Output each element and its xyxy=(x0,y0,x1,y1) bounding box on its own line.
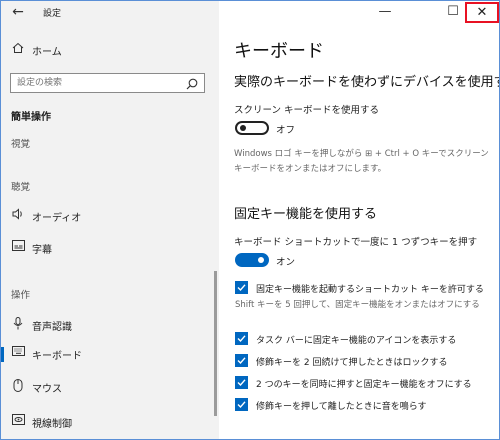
sidebar-item-label: ホーム xyxy=(32,47,62,58)
checkbox-taskbar-icon[interactable] xyxy=(235,332,248,345)
selection-indicator xyxy=(1,347,4,362)
checkmark-icon xyxy=(237,401,246,409)
sticky-keys-toggle-state: オン xyxy=(276,257,296,268)
minimize-button[interactable]: — xyxy=(369,1,401,23)
checkbox-lock-modifier[interactable] xyxy=(235,354,248,367)
sidebar-item-label: 字幕 xyxy=(32,245,52,256)
sidebar-item-mouse[interactable]: マウス xyxy=(1,376,219,398)
sidebar-item-label: オーディオ xyxy=(32,213,82,224)
group-label-interaction: 操作 xyxy=(11,290,31,301)
sidebar-item-captions[interactable]: 字幕 xyxy=(1,237,219,259)
sidebar-item-label: マウス xyxy=(32,384,62,395)
checkmark-icon xyxy=(237,357,246,365)
sidebar: ← 設定 ホーム 簡単操作 視覚 聴覚 オーディオ xyxy=(1,1,219,439)
minimize-icon: — xyxy=(378,4,392,19)
sticky-keys-toggle-label: キーボード ショートカットで一度に 1 つずつキーを押す xyxy=(234,237,478,248)
home-icon xyxy=(11,42,25,56)
checkbox-label: 修飾キーを押して離したときに音を鳴らす xyxy=(256,402,427,412)
microphone-icon xyxy=(11,317,25,331)
sidebar-item-home[interactable]: ホーム xyxy=(1,39,219,61)
osk-toggle-label: スクリーン キーボードを使用する xyxy=(234,105,380,116)
speaker-icon xyxy=(11,208,25,222)
group-label-hearing: 聴覚 xyxy=(11,182,31,193)
eye-control-icon xyxy=(11,414,25,428)
checkbox-sticky-shortcut[interactable] xyxy=(235,281,248,294)
checkmark-icon xyxy=(237,379,246,387)
checkbox-label: 2 つのキーを同時に押すと固定キー機能をオフにする xyxy=(256,380,472,390)
checkbox-play-sound[interactable] xyxy=(235,398,248,411)
maximize-icon: ☐ xyxy=(447,4,459,19)
close-icon: ✕ xyxy=(476,5,488,20)
checkbox-label: 修飾キーを 2 回続けて押したときはロックする xyxy=(256,358,448,368)
osk-toggle[interactable] xyxy=(235,121,269,135)
main-content: — ☐ キーボード 実際のキーボードを使わずにデバイスを使用する スクリーン キ… xyxy=(219,1,500,439)
checkmark-icon xyxy=(237,284,246,292)
osk-toggle-state: オフ xyxy=(276,125,296,136)
checkbox-two-keys-off[interactable] xyxy=(235,376,248,389)
search-box[interactable] xyxy=(10,73,205,93)
sidebar-item-label: キーボード xyxy=(32,351,82,362)
keyboard-icon xyxy=(11,346,25,360)
sidebar-item-speech[interactable]: 音声認識 xyxy=(1,314,219,336)
sidebar-scrollbar[interactable] xyxy=(214,271,217,416)
sticky-keys-toggle[interactable] xyxy=(235,253,269,267)
sidebar-item-eye-control[interactable]: 視線制御 xyxy=(1,411,219,433)
osk-description: Windows ロゴ キーを押しながら ⊞ + Ctrl + O キーでスクリー… xyxy=(234,149,489,174)
page-title: キーボード xyxy=(234,41,324,62)
checkbox-description: Shift キーを 5 回押して、固定キー機能をオンまたはオフにする xyxy=(235,300,480,310)
arrow-left-icon: ← xyxy=(12,4,24,20)
mouse-icon xyxy=(11,379,25,393)
toggle-knob xyxy=(240,125,246,131)
toggle-knob xyxy=(258,257,264,263)
checkmark-icon xyxy=(237,335,246,343)
group-label-vision: 視覚 xyxy=(11,139,31,150)
captions-icon xyxy=(11,240,25,254)
sidebar-item-label: 音声認識 xyxy=(32,322,72,333)
search-icon[interactable] xyxy=(185,76,199,90)
search-input[interactable] xyxy=(17,76,177,90)
sidebar-item-label: 視線制御 xyxy=(32,419,72,430)
settings-window: ← 設定 ホーム 簡単操作 視覚 聴覚 オーディオ xyxy=(0,0,500,440)
osk-heading: 実際のキーボードを使わずにデバイスを使用する xyxy=(234,75,500,90)
sticky-keys-heading: 固定キー機能を使用する xyxy=(234,207,378,222)
checkbox-label: タスク バーに固定キー機能のアイコンを表示する xyxy=(256,336,457,346)
checkbox-label: 固定キー機能を起動するショートカット キーを許可する xyxy=(256,285,484,295)
close-button[interactable]: ✕ xyxy=(465,2,499,23)
back-button[interactable]: ← xyxy=(9,3,27,21)
sidebar-item-audio[interactable]: オーディオ xyxy=(1,205,219,227)
window-title: 設定 xyxy=(43,9,62,19)
category-title: 簡単操作 xyxy=(11,112,51,123)
sidebar-item-keyboard[interactable]: キーボード xyxy=(1,343,219,365)
